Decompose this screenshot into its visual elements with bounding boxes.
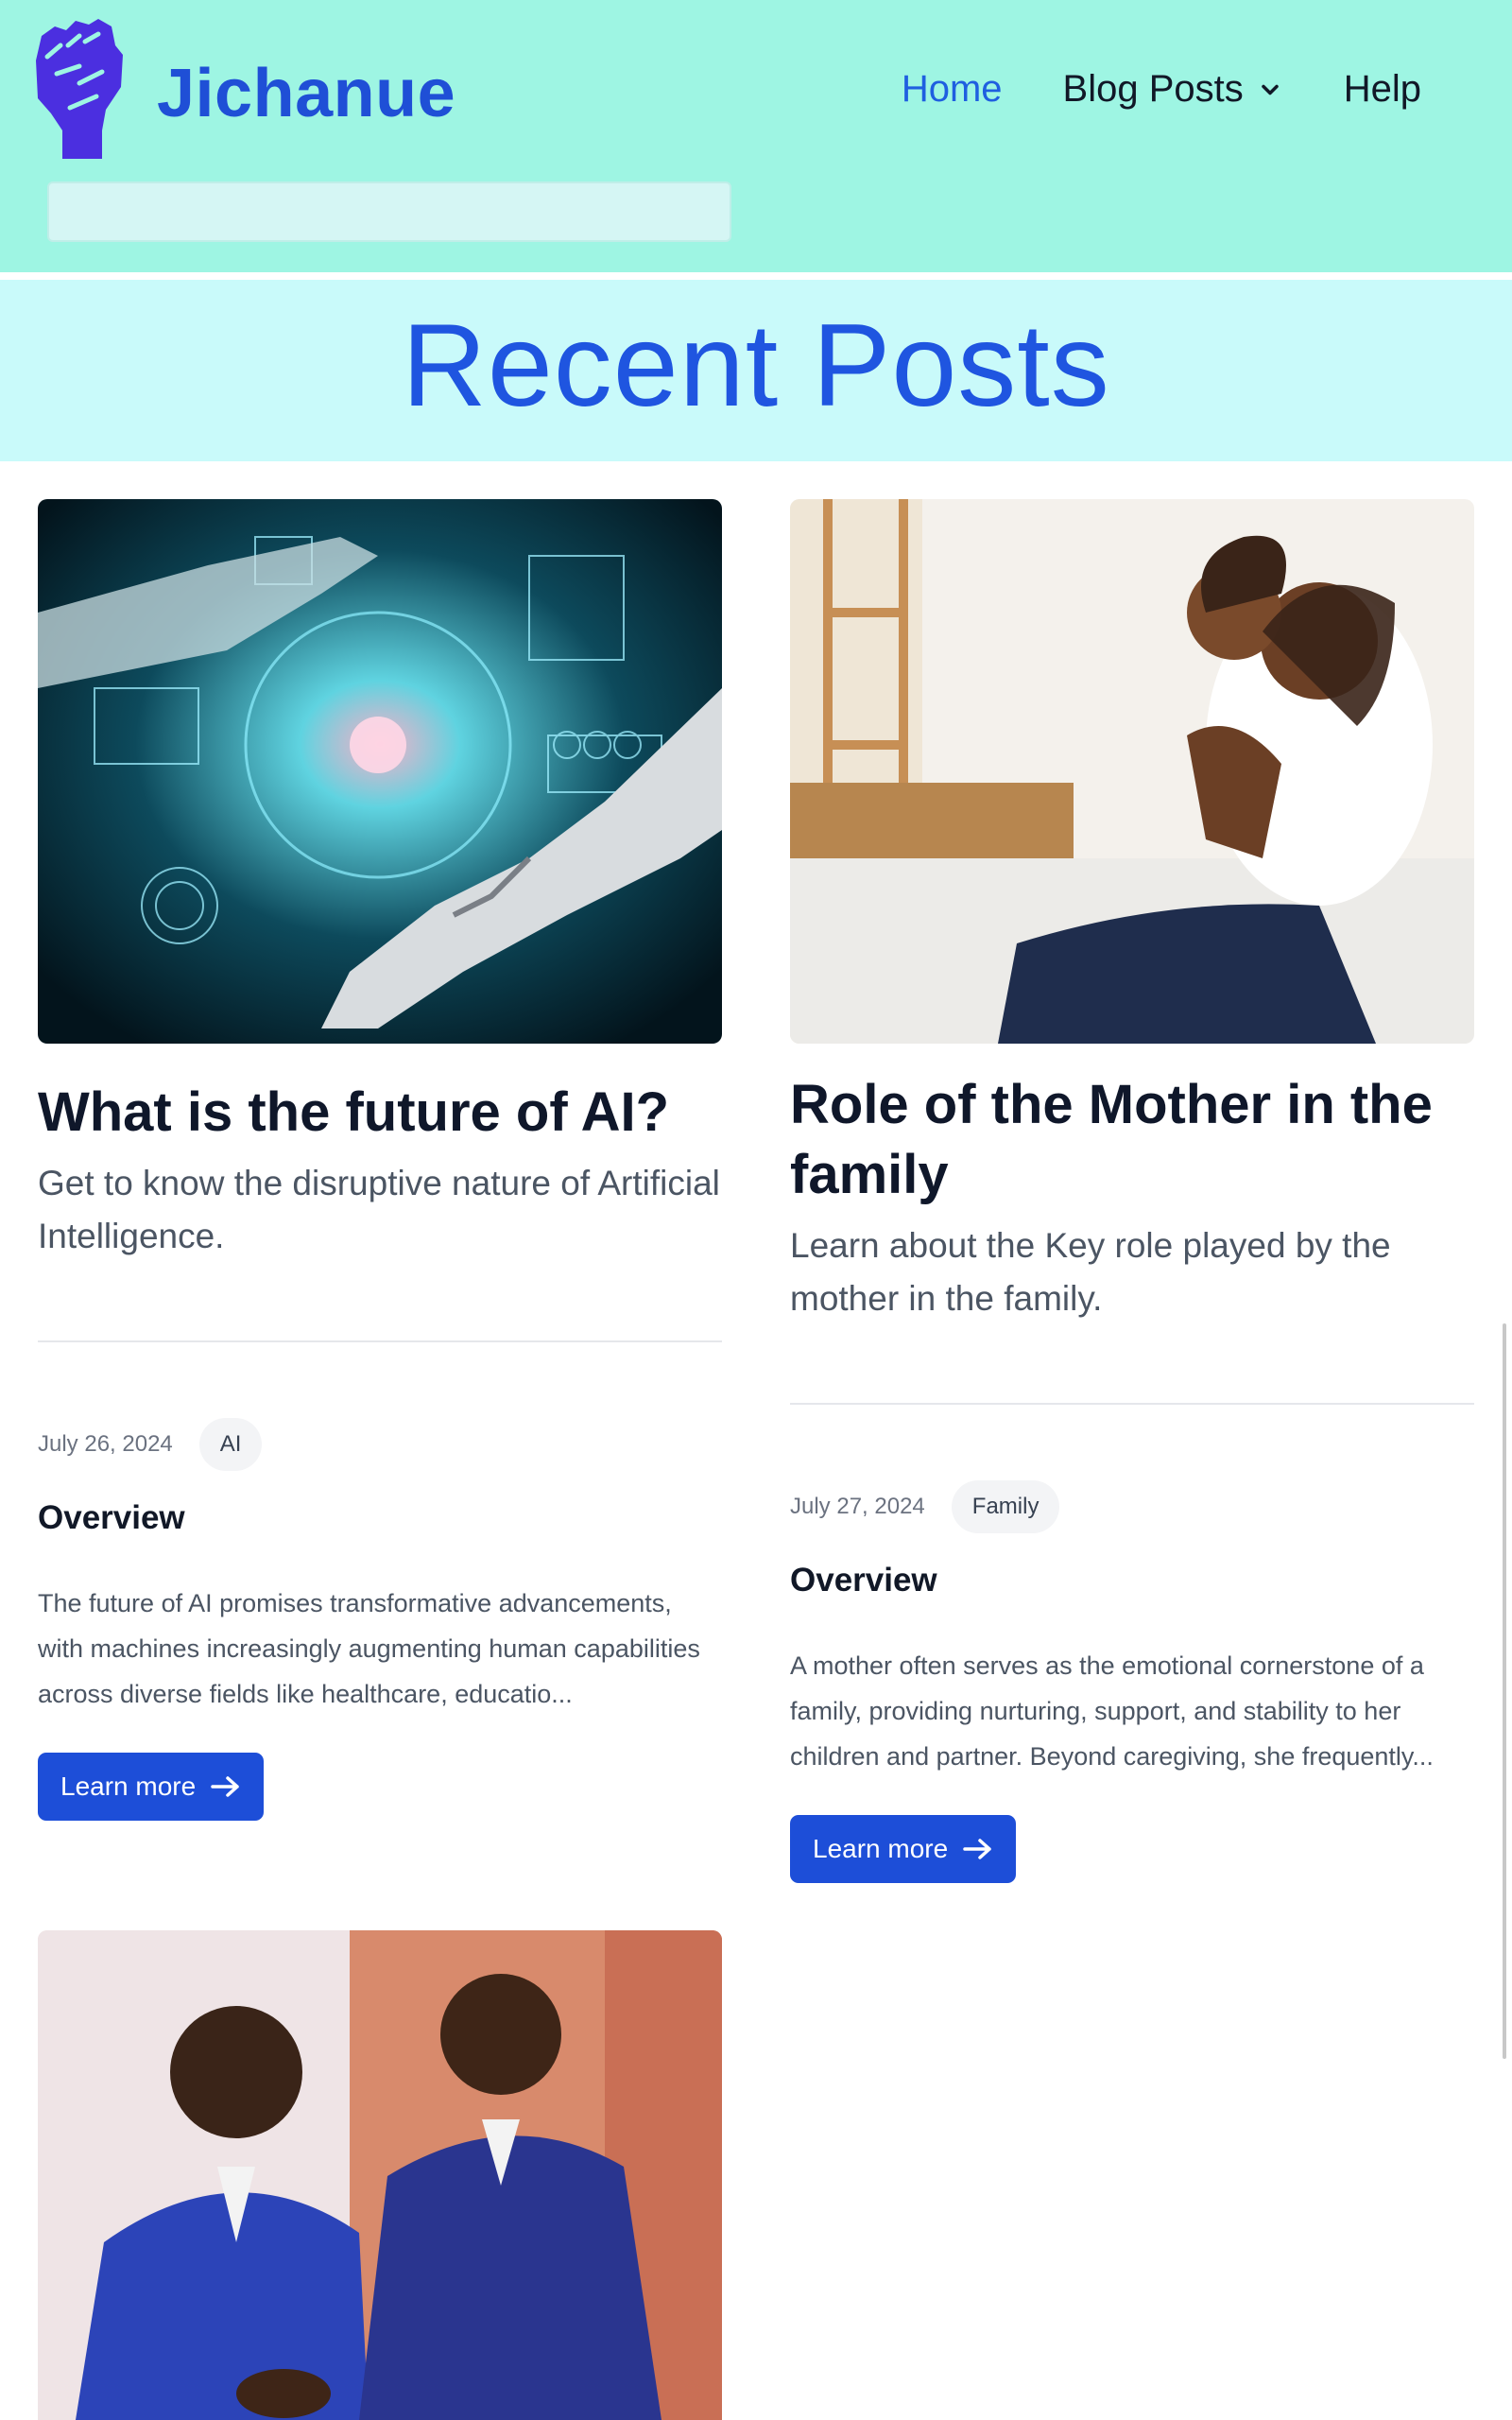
- recent-posts-banner: Recent Posts: [0, 280, 1512, 461]
- divider: [790, 1403, 1474, 1405]
- post-card: Role of the Mother in the family Learn a…: [790, 499, 1474, 1883]
- post-subtitle: Learn about the Key role played by the m…: [790, 1226, 1391, 1318]
- nav-help-label: Help: [1343, 68, 1421, 110]
- learn-more-button[interactable]: Learn more: [790, 1815, 1017, 1883]
- ai-robot-hand-image[interactable]: [38, 499, 722, 1044]
- post-title[interactable]: Role of the Mother in the family: [790, 1070, 1474, 1210]
- divider: [38, 1340, 722, 1342]
- nav-blog-posts[interactable]: Blog Posts: [1063, 68, 1283, 111]
- learn-more-label: Learn more: [60, 1772, 197, 1801]
- raised-fist-icon[interactable]: [23, 17, 129, 164]
- nav-home-label: Home: [901, 68, 1003, 110]
- main-nav: Home Blog Posts Help: [902, 68, 1421, 111]
- search-input[interactable]: [47, 182, 731, 242]
- learn-more-button[interactable]: Learn more: [38, 1753, 265, 1821]
- post-date: July 27, 2024: [790, 1494, 925, 1519]
- nav-blog-posts-label: Blog Posts: [1062, 68, 1244, 110]
- post-excerpt: A mother often serves as the emotional c…: [790, 1651, 1434, 1771]
- nav-home[interactable]: Home: [902, 68, 1003, 111]
- post-excerpt: The future of AI promises transformative…: [38, 1589, 700, 1708]
- category-badge[interactable]: Family: [951, 1480, 1060, 1533]
- overview-heading: Overview: [790, 1562, 937, 1599]
- category-badge[interactable]: AI: [198, 1418, 263, 1471]
- mother-and-child-image[interactable]: [790, 499, 1474, 1044]
- site-header: Jichanue Home Blog Posts Help: [0, 0, 1512, 272]
- brand-name[interactable]: Jichanue: [157, 55, 455, 132]
- overview-heading: Overview: [38, 1499, 185, 1536]
- post-title[interactable]: What is the future of AI?: [38, 1078, 722, 1148]
- scrollbar[interactable]: [1503, 1323, 1506, 2059]
- post-meta: July 26, 2024 AI: [38, 1418, 722, 1471]
- page-title: Recent Posts: [402, 301, 1110, 431]
- arrow-right-icon: [211, 1776, 239, 1797]
- post-meta: July 27, 2024 Family: [790, 1480, 1474, 1533]
- post-card: [38, 1930, 722, 2420]
- post-card: What is the future of AI? Get to know th…: [38, 499, 722, 1821]
- post-subtitle: Get to know the disruptive nature of Art…: [38, 1164, 720, 1255]
- arrow-right-icon: [963, 1839, 991, 1859]
- leaders-handshake-image[interactable]: [38, 1930, 722, 2420]
- nav-help[interactable]: Help: [1344, 68, 1421, 111]
- learn-more-label: Learn more: [813, 1834, 949, 1863]
- chevron-down-icon: [1261, 84, 1279, 95]
- post-date: July 26, 2024: [38, 1431, 173, 1457]
